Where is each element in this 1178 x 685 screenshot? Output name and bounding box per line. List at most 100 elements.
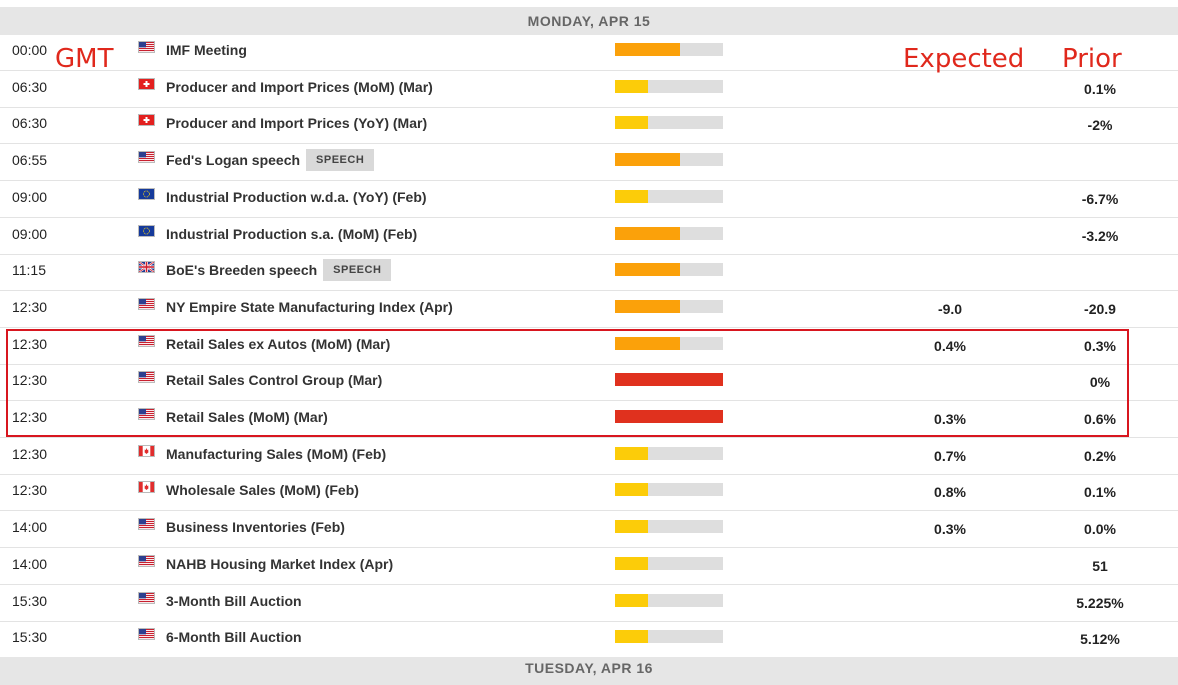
event-row[interactable]: 12:30 Manufacturing Sales (MoM) (Feb) 0.7%… — [0, 439, 1178, 475]
event-time: 09:00 — [12, 188, 48, 205]
impact-bar — [615, 226, 723, 240]
event-name[interactable]: Producer and Import Prices (MoM) (Mar) — [166, 72, 433, 108]
event-row[interactable]: 12:30 NY Empire State Manufacturing Index… — [0, 292, 1178, 328]
us-flag-icon — [138, 628, 155, 641]
event-row[interactable]: 09:00 Industrial Production s.a. (MoM) (F… — [0, 219, 1178, 255]
impact-bar — [615, 520, 723, 534]
event-name[interactable]: IMF Meeting — [166, 35, 247, 71]
event-name[interactable]: Industrial Production s.a. (MoM) (Feb) — [166, 219, 417, 255]
event-name-text[interactable]: Fed's Logan speech — [166, 152, 300, 168]
expected-value: 0.7% — [934, 447, 966, 464]
event-name[interactable]: Retail Sales (MoM) (Mar) — [166, 402, 328, 438]
expected-value: 0.3% — [934, 521, 966, 538]
expected-value: 0.4% — [934, 337, 966, 354]
uk-flag-icon — [138, 261, 155, 274]
event-row[interactable]: 12:30 Wholesale Sales (MoM) (Feb) 0.8% 0.1% — [0, 475, 1178, 512]
impact-bar — [615, 630, 723, 644]
event-name-text[interactable]: 3-Month Bill Auction — [166, 593, 302, 609]
switzerland-flag-icon — [138, 77, 155, 90]
event-name-text[interactable]: Industrial Production w.d.a. (YoY) (Feb) — [166, 189, 427, 205]
event-row[interactable]: 06:55 Fed's Logan speech SPEECH — [0, 145, 1178, 182]
us-flag-icon — [138, 371, 155, 384]
event-time: 09:00 — [12, 225, 48, 242]
annotation-expected: Expected — [903, 44, 1025, 74]
event-name[interactable]: 3-Month Bill Auction — [166, 586, 302, 622]
impact-bar-fill — [615, 593, 648, 607]
impact-bar-fill — [615, 630, 648, 644]
event-name[interactable]: BoE's Breeden speech SPEECH — [166, 255, 392, 291]
event-name[interactable]: Business Inventories (Feb) — [166, 512, 345, 548]
event-name-text[interactable]: Business Inventories (Feb) — [166, 519, 345, 535]
event-row[interactable]: 15:30 3-Month Bill Auction 5.225% — [0, 586, 1178, 622]
prior-value: 0.0% — [1084, 521, 1116, 538]
event-name-text[interactable]: Retail Sales ex Autos (MoM) (Mar) — [166, 336, 390, 352]
impact-bar — [615, 373, 723, 387]
prior-value: 51 — [1092, 557, 1108, 574]
event-time: 15:30 — [12, 592, 48, 609]
event-row[interactable]: 12:30 Retail Sales Control Group (Mar) 0% — [0, 365, 1178, 402]
event-name-text[interactable]: Producer and Import Prices (MoM) (Mar) — [166, 79, 433, 95]
event-row[interactable]: 15:30 6-Month Bill Auction 5.12% — [0, 622, 1178, 659]
event-name-text[interactable]: NY Empire State Manufacturing Index (Apr… — [166, 299, 453, 315]
event-row[interactable]: 14:00 NAHB Housing Market Index (Apr) 51 — [0, 549, 1178, 585]
event-row[interactable]: 12:30 Retail Sales (MoM) (Mar) 0.3% 0.6% — [0, 402, 1178, 438]
event-name[interactable]: Fed's Logan speech SPEECH — [166, 145, 375, 181]
event-name-text[interactable]: Wholesale Sales (MoM) (Feb) — [166, 482, 359, 498]
event-name-text[interactable]: Manufacturing Sales (MoM) (Feb) — [166, 446, 386, 462]
event-name-text[interactable]: NAHB Housing Market Index (Apr) — [166, 556, 393, 572]
us-flag-icon — [138, 297, 155, 310]
event-row[interactable]: 09:00 Industrial Production w.d.a. (YoY) … — [0, 182, 1178, 218]
expected-value: -9.0 — [937, 300, 963, 317]
impact-bar — [615, 410, 723, 423]
event-name[interactable]: Industrial Production w.d.a. (YoY) (Feb) — [166, 182, 427, 218]
event-time: 14:00 — [12, 519, 48, 536]
prior-value: 0.2% — [1084, 447, 1116, 464]
annotation-gmt: GMT — [55, 44, 114, 74]
event-row[interactable]: 06:30 Producer and Import Prices (YoY) (M… — [0, 108, 1178, 145]
event-name[interactable]: Producer and Import Prices (YoY) (Mar) — [166, 108, 427, 144]
event-name-text[interactable]: IMF Meeting — [166, 42, 247, 58]
eu-flag-icon — [138, 224, 155, 237]
event-name[interactable]: NY Empire State Manufacturing Index (Apr… — [166, 292, 453, 328]
prior-value: 0% — [1089, 374, 1111, 391]
event-name[interactable]: NAHB Housing Market Index (Apr) — [166, 549, 393, 585]
prior-value: -2% — [1087, 117, 1113, 134]
event-row[interactable]: 11:15 BoE's Breeden speech SPEECH — [0, 255, 1178, 292]
event-name[interactable]: Retail Sales Control Group (Mar) — [166, 365, 382, 401]
event-time: 11:15 — [12, 262, 46, 279]
impact-bar — [615, 556, 723, 570]
event-name[interactable]: Manufacturing Sales (MoM) (Feb) — [166, 439, 386, 475]
event-row[interactable]: 14:00 Business Inventories (Feb) 0.3% 0.0% — [0, 512, 1178, 549]
us-flag-icon — [138, 408, 155, 420]
event-name[interactable]: Wholesale Sales (MoM) (Feb) — [166, 475, 359, 511]
event-name[interactable]: Retail Sales ex Autos (MoM) (Mar) — [166, 329, 390, 365]
event-time: 06:30 — [12, 115, 48, 132]
event-name-text[interactable]: 6-Month Bill Auction — [166, 629, 302, 645]
event-row[interactable]: 12:30 Retail Sales ex Autos (MoM) (Mar) 0.… — [0, 329, 1178, 365]
impact-bar-fill — [615, 520, 648, 534]
event-time: 12:30 — [12, 409, 48, 425]
impact-bar-fill — [615, 226, 680, 240]
eu-flag-icon — [138, 187, 155, 200]
event-name[interactable]: 6-Month Bill Auction — [166, 622, 302, 658]
event-time: 12:30 — [12, 372, 48, 389]
event-name-text[interactable]: BoE's Breeden speech — [166, 262, 317, 278]
impact-bar — [615, 263, 723, 277]
prior-value: -3.2% — [1081, 227, 1119, 244]
canada-flag-icon — [138, 481, 155, 494]
impact-bar — [615, 299, 723, 313]
impact-bar — [615, 79, 723, 93]
impact-bar-fill — [615, 153, 680, 167]
event-name-text[interactable]: Retail Sales Control Group (Mar) — [166, 372, 382, 388]
prior-value: 0.6% — [1084, 411, 1116, 427]
event-name-text[interactable]: Producer and Import Prices (YoY) (Mar) — [166, 115, 427, 131]
us-flag-icon — [138, 41, 155, 53]
speech-tag: SPEECH — [306, 149, 375, 172]
event-row[interactable]: 06:30 Producer and Import Prices (MoM) (M… — [0, 72, 1178, 108]
us-flag-icon — [138, 334, 155, 347]
impact-bar-fill — [615, 336, 680, 350]
prior-value: -20.9 — [1084, 300, 1116, 317]
event-name-text[interactable]: Retail Sales (MoM) (Mar) — [166, 409, 328, 425]
day-header: MONDAY, APR 15 — [0, 7, 1178, 35]
event-name-text[interactable]: Industrial Production s.a. (MoM) (Feb) — [166, 226, 417, 242]
